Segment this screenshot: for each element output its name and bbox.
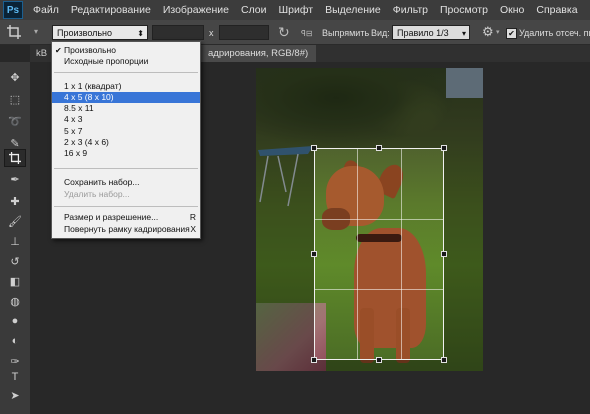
- preset-5x7[interactable]: 5 x 7: [52, 126, 200, 137]
- menu-window[interactable]: Окно: [494, 4, 530, 16]
- shortcut-key: R: [189, 212, 196, 222]
- crop-handle-top-left[interactable]: [311, 145, 317, 151]
- preset-4x5[interactable]: 4 x 5 (8 x 10): [52, 92, 200, 103]
- delete-cropped-label: Удалить отсеч. пикс: [519, 28, 590, 38]
- select-arrow-icon: ▾: [461, 29, 466, 38]
- preset-16x9[interactable]: 16 x 9: [52, 148, 200, 159]
- view-label: Вид:: [371, 28, 390, 38]
- size-resolution-item[interactable]: Размер и разрешение... R: [52, 212, 200, 223]
- tab-document[interactable]: адрирования, RGB/8#): [200, 45, 317, 62]
- crop-box[interactable]: [314, 148, 444, 360]
- menu-help[interactable]: Справка: [530, 4, 583, 16]
- marquee-tool-icon[interactable]: ⬚: [4, 90, 26, 108]
- rotate-crop-box-item[interactable]: Повернуть рамку кадрирования X: [52, 224, 200, 235]
- healing-brush-tool-icon[interactable]: ✚: [4, 192, 26, 210]
- preset-original-ratio[interactable]: Исходные пропорции: [52, 56, 200, 67]
- delete-cropped-checkbox[interactable]: ✔: [506, 28, 517, 39]
- dimension-separator: x: [209, 28, 214, 38]
- history-brush-tool-icon[interactable]: ↺: [4, 252, 26, 270]
- aspect-ratio-dropdown: ✔ Произвольно Исходные пропорции 1 x 1 (…: [51, 41, 201, 239]
- save-preset-item[interactable]: Сохранить набор...: [52, 177, 200, 188]
- menu-filter[interactable]: Фильтр: [387, 4, 434, 16]
- width-field[interactable]: [152, 25, 204, 40]
- aspect-ratio-value: Произвольно: [57, 28, 113, 38]
- rotate-reset-icon[interactable]: ↻: [278, 24, 290, 41]
- preset-custom[interactable]: ✔ Произвольно: [52, 45, 200, 56]
- crop-handle-bottom[interactable]: [376, 357, 382, 363]
- clone-stamp-tool-icon[interactable]: ⊥: [4, 232, 26, 250]
- blur-tool-icon[interactable]: ●: [4, 312, 26, 330]
- menu-view[interactable]: Просмотр: [434, 4, 494, 16]
- menu-bar: Ps Файл Редактирование Изображение Слои …: [0, 0, 590, 20]
- menu-select[interactable]: Выделение: [319, 4, 387, 16]
- select-arrows-icon: ⬍: [137, 29, 144, 38]
- brush-tool-icon[interactable]: 🖌: [4, 212, 26, 230]
- menu-edit[interactable]: Редактирование: [65, 4, 157, 16]
- menu-separator: [54, 206, 198, 207]
- crop-handle-left[interactable]: [311, 251, 317, 257]
- crop-handle-top-right[interactable]: [441, 145, 447, 151]
- preset-8-5x11[interactable]: 8.5 x 11: [52, 103, 200, 114]
- dodge-tool-icon[interactable]: ◐: [4, 332, 26, 350]
- path-selection-tool-icon[interactable]: ➤: [4, 386, 26, 404]
- height-field[interactable]: [219, 25, 269, 40]
- menu-separator: [54, 72, 198, 73]
- shortcut-key: X: [190, 224, 196, 234]
- crop-handle-right[interactable]: [441, 251, 447, 257]
- checkmark-icon: ✔: [55, 46, 62, 55]
- previous-tab[interactable]: kB: [36, 45, 47, 62]
- crop-handle-bottom-left[interactable]: [311, 357, 317, 363]
- lasso-tool-icon[interactable]: ➰: [4, 112, 26, 130]
- eyedropper-tool-icon[interactable]: ✒: [4, 170, 26, 188]
- menu-separator: [54, 168, 198, 169]
- gear-dropdown-icon[interactable]: ▾: [496, 28, 500, 36]
- menu-layers[interactable]: Слои: [235, 4, 273, 16]
- overlay-view-value: Правило 1/3: [397, 28, 449, 38]
- delete-preset-item: Удалить набор...: [64, 189, 130, 199]
- preset-2x3[interactable]: 2 x 3 (4 x 6): [52, 137, 200, 148]
- type-tool-icon[interactable]: T: [4, 368, 26, 386]
- aspect-ratio-select[interactable]: Произвольно ⬍: [52, 25, 148, 40]
- eraser-tool-icon[interactable]: ◧: [4, 272, 26, 290]
- straighten-label[interactable]: Выпрямить: [322, 28, 369, 38]
- preset-4x3[interactable]: 4 x 3: [52, 114, 200, 125]
- preset-1x1[interactable]: 1 x 1 (квадрат): [52, 81, 200, 92]
- move-tool-icon[interactable]: ✥: [4, 68, 26, 86]
- gear-icon[interactable]: ⚙: [482, 24, 494, 40]
- menu-type[interactable]: Шрифт: [273, 4, 320, 16]
- crop-tool-icon[interactable]: [4, 149, 26, 167]
- photoshop-logo: Ps: [3, 1, 23, 19]
- tools-panel: ✥ ⬚ ➰ ✎ ✒ ✚ 🖌 ⊥ ↺ ◧ ◍ ● ◐ ✑ T ➤: [0, 62, 31, 414]
- crop-tool-preset-icon[interactable]: [0, 22, 28, 42]
- straighten-icon[interactable]: ꟼ⊟: [301, 29, 313, 38]
- menu-file[interactable]: Файл: [27, 4, 65, 16]
- paint-bucket-tool-icon[interactable]: ◍: [4, 292, 26, 310]
- overlay-view-select[interactable]: Правило 1/3 ▾: [392, 25, 470, 40]
- crop-handle-bottom-right[interactable]: [441, 357, 447, 363]
- tool-preset-arrow-icon[interactable]: ▾: [34, 27, 38, 36]
- menu-image[interactable]: Изображение: [157, 4, 235, 16]
- crop-handle-top[interactable]: [376, 145, 382, 151]
